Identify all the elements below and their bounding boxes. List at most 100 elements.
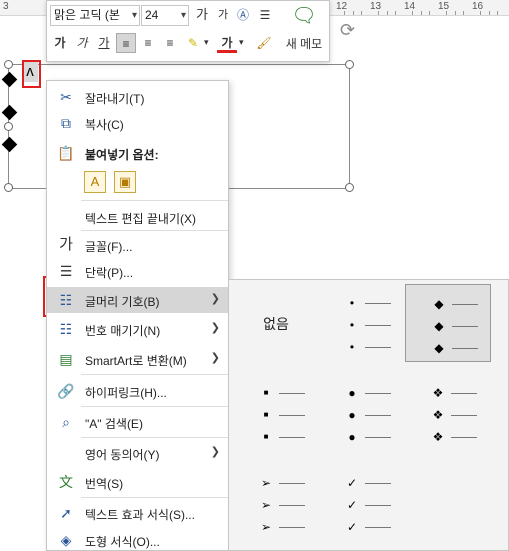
bullet-mark: ● <box>348 430 356 444</box>
align-center-button[interactable]: ≡ <box>138 33 158 53</box>
bullet-option-check[interactable]: ✓ ✓ ✓ <box>319 464 405 542</box>
highlight-pen-icon[interactable]: ✎ <box>183 33 203 53</box>
ruler-tick <box>497 11 498 15</box>
list-indent-icon[interactable]: ☰ <box>255 5 275 25</box>
highlight-box <box>22 60 41 88</box>
ruler-tick <box>344 11 345 15</box>
bullet-mark: ❖ <box>432 386 444 400</box>
menu-item-label: 번역(S) <box>85 477 124 491</box>
bullet-none-label: 없음 <box>263 316 289 332</box>
paste-picture-icon[interactable]: ▣ <box>114 171 136 193</box>
bullet-mark: ❖ <box>432 430 444 444</box>
clipboard-icon: 📋 <box>57 145 75 161</box>
bullet-option-square[interactable]: ■ ■ ■ <box>233 374 319 452</box>
align-right-button[interactable]: ≡ <box>160 33 180 53</box>
bullets-icon: ☷ <box>59 292 73 308</box>
bullet-option-large-dot[interactable]: ● ● ● <box>319 374 405 452</box>
menu-item-search[interactable]: ⌕ "A" 검색(E) <box>47 409 228 435</box>
bullet-option-none[interactable]: 없음 <box>233 284 319 362</box>
ruler-tick <box>395 11 396 15</box>
menu-item-text-effects[interactable]: ➚ 텍스트 효과 서식(S)... <box>47 500 228 526</box>
bullet-mark: ■ <box>263 410 269 419</box>
rotate-handle-icon[interactable]: ⟳ <box>340 20 355 41</box>
chevron-down-icon[interactable]: ▾ <box>239 37 244 48</box>
chevron-down-icon[interactable]: ▾ <box>132 6 137 25</box>
menu-item-label: 영어 동의어(Y) <box>85 448 160 462</box>
menu-item-numbering[interactable]: ☷ 번호 매기기(N) ❯ <box>47 316 228 342</box>
resize-handle[interactable] <box>4 183 13 192</box>
link-icon: 🔗 <box>57 383 75 399</box>
menu-item-copy[interactable]: ⧉ 복사(C) <box>47 110 228 136</box>
chevron-right-icon: ❯ <box>210 352 220 364</box>
ruler-tick <box>463 11 464 15</box>
ruler-number: 15 <box>438 1 450 12</box>
menu-item-label: 도형 서식(O)... <box>85 535 160 549</box>
align-left-button[interactable]: ≡ <box>116 33 136 53</box>
copy-icon: ⧉ <box>61 115 71 131</box>
paste-keep-source-icon[interactable]: A <box>84 171 106 193</box>
shrink-font-button[interactable]: 가 <box>213 5 233 25</box>
resize-handle[interactable] <box>4 122 13 131</box>
bold-button[interactable]: 가 <box>50 33 70 53</box>
bullet-mark: ✓ <box>346 498 358 512</box>
smartart-icon: ▤ <box>59 351 73 367</box>
bullet-mark: ✓ <box>346 520 358 534</box>
menu-item-font[interactable]: 가 글꼴(F)... <box>47 232 228 258</box>
resize-handle[interactable] <box>345 183 354 192</box>
menu-item-label: "A" 검색(E) <box>85 417 143 431</box>
font-color-button[interactable]: 가 <box>217 33 237 53</box>
font-size-combo[interactable]: 24 ▾ <box>141 5 189 26</box>
menu-item-translate[interactable]: 文 번역(S) <box>47 469 228 495</box>
menu-separator <box>81 200 228 201</box>
translate-icon: 文 <box>59 474 73 490</box>
search-icon: ⌕ <box>62 414 70 430</box>
ruler-tick <box>378 11 379 15</box>
resize-handle[interactable] <box>345 60 354 69</box>
bullet-mark: ➢ <box>260 498 272 512</box>
menu-item-paragraph[interactable]: ☰ 단락(P)... <box>47 258 228 284</box>
ruler-tick <box>455 11 456 15</box>
ruler-tick <box>361 11 362 15</box>
font-size-value: 24 <box>145 8 159 22</box>
bullet-mark: ➢ <box>260 476 272 490</box>
menu-item-smartart[interactable]: ▤ SmartArt로 변환(M) ❯ <box>47 346 228 372</box>
menu-item-bullets[interactable]: ☷ 글머리 기호(B) ❯ <box>47 287 228 313</box>
menu-item-exit-text-edit[interactable]: 텍스트 편집 끝내기(X) <box>47 204 228 230</box>
italic-button[interactable]: 가 <box>72 33 92 53</box>
bullet-mark: ● <box>348 386 356 400</box>
chevron-right-icon: ❯ <box>210 322 220 334</box>
format-painter-icon[interactable]: 🖌 <box>254 33 274 53</box>
resize-handle[interactable] <box>4 60 13 69</box>
bullet-mark: ● <box>348 408 356 422</box>
bullet-option-small-dot[interactable]: • • • <box>319 284 405 362</box>
font-name-combo[interactable]: 맑은 고딕 (본 ▾ <box>50 5 140 26</box>
menu-item-label: 잘라내기(T) <box>85 92 145 106</box>
bullet-mark: ✓ <box>346 476 358 490</box>
new-comment-button[interactable]: 🗨 새 메모 <box>279 3 329 59</box>
bullet-mark: ■ <box>263 388 269 397</box>
font-icon: 가 <box>59 236 73 253</box>
menu-item-shape-format[interactable]: ◈ 도형 서식(O)... <box>47 527 228 551</box>
chevron-down-icon[interactable]: ▾ <box>204 37 209 48</box>
bullet-mark: ◆ <box>434 297 444 311</box>
ruler-number: 13 <box>370 1 382 12</box>
underline-button[interactable]: 가 <box>94 33 114 53</box>
grow-font-button[interactable]: 가 <box>192 5 212 25</box>
ruler-tick <box>489 11 490 15</box>
menu-item-hyperlink[interactable]: 🔗 하이퍼링크(H)... <box>47 378 228 404</box>
chevron-right-icon: ❯ <box>210 293 220 305</box>
menu-item-synonyms[interactable]: 영어 동의어(Y) ❯ <box>47 440 228 466</box>
clear-format-button[interactable]: Ⓐ <box>233 5 253 25</box>
menu-item-cut[interactable]: ✂ 잘라내기(T) <box>47 84 228 110</box>
chevron-down-icon[interactable]: ▾ <box>181 6 186 25</box>
menu-item-label: 텍스트 효과 서식(S)... <box>85 508 195 522</box>
text-effects-icon: ➚ <box>60 505 72 521</box>
menu-separator <box>81 497 228 498</box>
bullet-option-four-diamond[interactable]: ❖ ❖ ❖ <box>405 374 491 452</box>
bullet-option-arrow[interactable]: ➢ ➢ ➢ <box>233 464 319 542</box>
chevron-right-icon: ❯ <box>210 446 220 458</box>
menu-separator <box>81 230 228 231</box>
bullet-option-diamond[interactable]: ◆ ◆ ◆ <box>405 284 491 362</box>
ruler-tick <box>412 11 413 15</box>
menu-item-label: 붙여넣기 옵션: <box>85 148 159 162</box>
